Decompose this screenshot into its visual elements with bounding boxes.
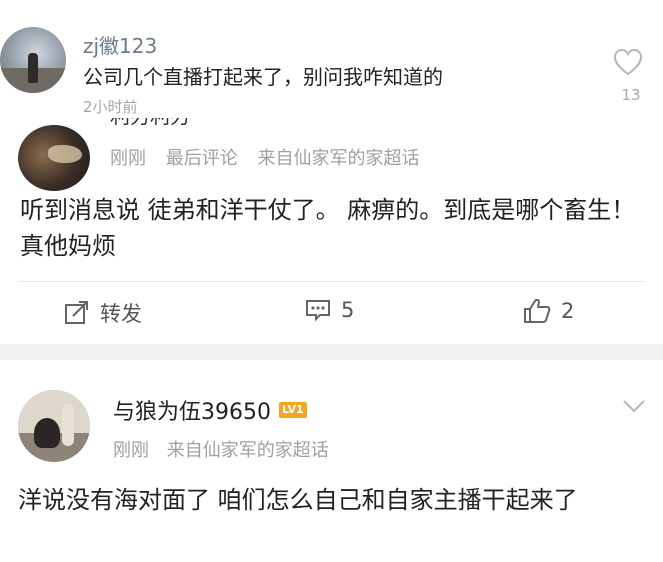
avatar-highlight — [48, 145, 82, 163]
clipped-username-text: 利刃利刃 — [110, 118, 300, 126]
comment-time: 2小时前 — [83, 98, 138, 116]
avatar-wolf-figure — [34, 418, 60, 448]
avatar-person — [28, 53, 38, 83]
thumbs-up-icon — [524, 298, 551, 323]
comment-card: zj徽123 公司几个直播打起来了，别问我咋知道的 2小时前 13 — [0, 0, 663, 122]
post-source[interactable]: 来自仙家军的家超话 — [167, 440, 329, 461]
level-badge: LV1 — [279, 402, 307, 418]
post-username-row: 与狼为伍39650 LV1 — [113, 394, 307, 426]
post-card: 与狼为伍39650 LV1 刚刚 来自仙家军的家超话 洋说没有海对面了 咱们怎么… — [0, 360, 663, 562]
post-time: 刚刚 — [113, 440, 149, 461]
avatar[interactable] — [18, 125, 90, 191]
post-time: 刚刚 — [110, 148, 146, 169]
chevron-down-icon[interactable] — [622, 398, 646, 417]
post-meta: 刚刚 最后评论 来自仙家军的家超话 — [110, 144, 433, 170]
last-comment-label: 最后评论 — [165, 148, 238, 169]
post-username[interactable]: 与狼为伍39650 — [113, 394, 271, 426]
card-separator — [0, 344, 663, 360]
post-meta: 刚刚 来自仙家军的家超话 — [113, 436, 341, 462]
comment-icon — [306, 300, 330, 322]
post-actions: 转发 5 2 — [0, 282, 663, 344]
heart-icon[interactable] — [613, 48, 643, 76]
clipped-username: 利刃利刃 — [110, 118, 300, 128]
comment-text: 公司几个直播打起来了，别问我咋知道的 — [83, 65, 443, 89]
post-body: 听到消息说 徒弟和洋干仗了。 麻痹的。到底是哪个畜生！真他妈烦 — [20, 196, 636, 260]
avatar-statue-figure — [62, 404, 74, 446]
repost-label: 转发 — [100, 302, 142, 326]
avatar[interactable] — [18, 390, 90, 462]
post-card: 利刃利刃 刚刚 最后评论 来自仙家军的家超话 听到消息说 徒弟和洋干仗了。 麻痹… — [0, 118, 663, 344]
comment-count: 5 — [341, 298, 355, 322]
avatar[interactable] — [0, 27, 66, 93]
like-count: 13 — [621, 86, 641, 104]
repost-icon — [65, 301, 88, 324]
comment-username[interactable]: zj徽123 — [83, 30, 157, 59]
like-count: 2 — [561, 299, 575, 323]
like-button[interactable]: 2 — [523, 298, 574, 324]
post-body: 洋说没有海对面了 咱们怎么自己和自家主播干起来了 — [18, 486, 578, 514]
repost-button[interactable]: 转发 — [64, 298, 142, 328]
post-source[interactable]: 来自仙家军的家超话 — [257, 148, 419, 169]
comment-button[interactable]: 5 — [305, 298, 354, 322]
